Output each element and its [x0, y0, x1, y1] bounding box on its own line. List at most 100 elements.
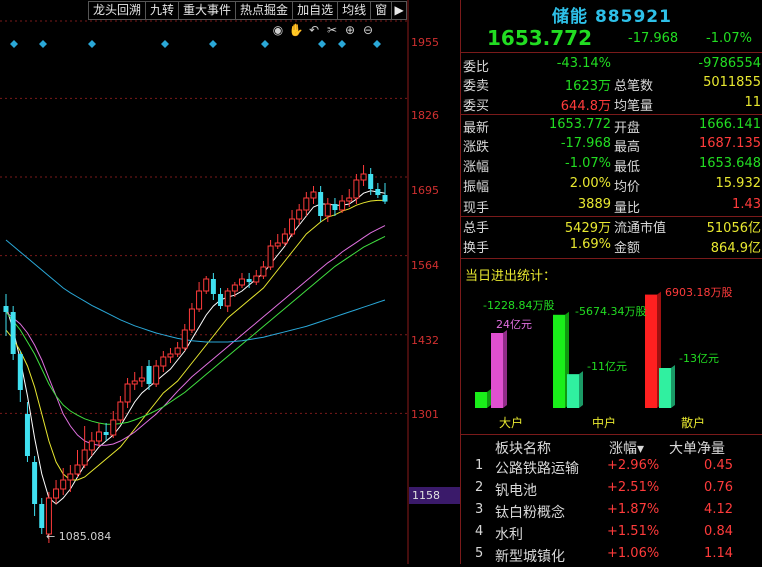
chart-toolbar: 龙头回溯 九转 重大事件 热点掘金 加自选 均线 窗 ▶ — [88, 1, 408, 20]
stock-code: 885921 — [594, 7, 672, 27]
candle-body — [131, 380, 138, 385]
col-change-pct-label: 涨幅 — [609, 441, 637, 457]
scissors-icon[interactable]: ✂ — [324, 23, 340, 37]
divider — [461, 258, 762, 259]
quote-row: 委买 644.8万 均笔量 11 — [461, 94, 762, 114]
sector-row[interactable]: 3 钛白粉概念 +1.87% 4.12 — [461, 501, 762, 523]
quote-row: 振幅 2.00% 均价 15.932 — [461, 175, 762, 195]
candle-body — [146, 366, 152, 384]
toolbar-button-major-events[interactable]: 重大事件 — [178, 1, 236, 20]
quote-value: 1.43 — [732, 197, 761, 212]
col-change-pct[interactable]: 涨幅▾ — [609, 438, 644, 458]
price-tick: 1695 — [411, 184, 439, 197]
quote-label: 委卖 — [463, 79, 490, 94]
candle-body — [60, 479, 67, 490]
candle-body — [39, 504, 45, 528]
candle-body — [32, 462, 38, 504]
flow-amount-label: -13亿元 — [679, 352, 719, 365]
arrow-right-icon[interactable]: ▶ — [391, 1, 408, 20]
col-big-net[interactable]: 大单净量 — [669, 438, 725, 458]
flow-volume-label: -5674.34万股 — [575, 305, 647, 318]
candle-body — [318, 192, 324, 216]
flow-amount-bar-side — [579, 371, 583, 408]
sort-down-icon: ▾ — [637, 441, 645, 457]
flow-volume-bar-side — [487, 389, 491, 408]
sector-table-header: 板块名称 涨幅▾ 大单净量 — [461, 437, 762, 457]
minus-icon[interactable]: ⊖ — [360, 23, 376, 37]
ma-line-ma20 — [5, 225, 386, 446]
toolbar-button-hot-topics[interactable]: 热点掘金 — [235, 1, 293, 20]
quote-label: 量比 — [614, 201, 641, 216]
candle-body — [167, 353, 174, 358]
event-marker — [39, 40, 47, 48]
sector-row[interactable]: 1 公路铁路运输 +2.96% 0.45 — [461, 457, 762, 479]
flow-category-label: 大户 — [499, 416, 524, 430]
col-sector-name[interactable]: 板块名称 — [495, 438, 551, 458]
ma-line-ma5 — [5, 190, 386, 505]
quote-value: 1666.141 — [698, 117, 761, 132]
sector-index: 2 — [475, 480, 484, 495]
candle-body — [10, 312, 16, 354]
candle-body — [117, 401, 124, 421]
quote-value: 51056亿 — [706, 221, 761, 236]
quote-label: 总手 — [463, 221, 490, 236]
candle-body — [368, 174, 374, 189]
undo-icon[interactable]: ↶ — [306, 23, 322, 37]
sector-change-pct: +1.06% — [607, 546, 660, 561]
candle-body — [88, 440, 95, 451]
quote-label: 流通市值 — [614, 221, 667, 236]
stock-title[interactable]: 储能 885921 — [461, 2, 762, 27]
hand-icon[interactable]: ✋ — [288, 23, 304, 37]
flow-category-label: 中户 — [592, 416, 617, 430]
quote-row: 涨幅 -1.07% 最低 1653.648 — [461, 155, 762, 175]
sector-big-net: 0.84 — [704, 524, 733, 539]
sector-index: 3 — [475, 502, 484, 517]
price-change: -17.968 — [628, 31, 679, 46]
quote-value: 1687.135 — [698, 136, 761, 151]
flow-amount-bar — [567, 374, 579, 408]
candle-body — [67, 473, 74, 481]
sector-big-net: 1.14 — [704, 546, 733, 561]
divider — [461, 114, 762, 115]
sector-row[interactable]: 4 水利 +1.51% 0.84 — [461, 523, 762, 545]
candle-body — [138, 377, 145, 382]
candle-body — [289, 218, 296, 235]
ma-line-ma30 — [5, 235, 386, 425]
candle-body — [332, 204, 338, 210]
flow-volume-label: -1228.84万股 — [483, 299, 555, 312]
toolbar-button-nine-turn[interactable]: 九转 — [145, 1, 179, 20]
toolbar-button-moving-average[interactable]: 均线 — [337, 1, 371, 20]
candle-body — [324, 203, 331, 217]
candle-body — [310, 191, 317, 199]
quote-row: 涨跌 -17.968 最高 1687.135 — [461, 135, 762, 155]
kline-chart[interactable] — [0, 0, 460, 564]
candle-body — [103, 432, 109, 435]
quote-row: 委比 -43.14% -9786554 — [461, 55, 762, 75]
candle-body — [382, 195, 388, 202]
sector-name: 水利 — [495, 527, 523, 543]
toolbar-button-window[interactable]: 窗 — [370, 1, 392, 20]
quote-label: 涨跌 — [463, 140, 490, 155]
toolbar-button-add-watchlist[interactable]: 加自选 — [292, 1, 338, 20]
quote-value: 3889 — [577, 197, 611, 212]
sector-index: 1 — [475, 458, 484, 473]
quote-label: 最高 — [614, 140, 641, 155]
chart-tool-icons: ◉ ✋ ↶ ✂ ⊕ ⊖ — [270, 23, 376, 37]
divider — [461, 434, 762, 435]
candle-body — [238, 278, 245, 286]
kline-chart-pane[interactable]: 龙头回溯 九转 重大事件 热点掘金 加自选 均线 窗 ▶ ◉ ✋ ↶ ✂ ⊕ ⊖… — [0, 0, 460, 564]
candle-body — [224, 290, 231, 307]
quote-value: 1623万 — [564, 79, 611, 94]
eye-icon[interactable]: ◉ — [270, 23, 286, 37]
candle-body — [196, 290, 203, 310]
toolbar-button-leader-review[interactable]: 龙头回溯 — [88, 1, 146, 20]
quote-row: 委卖 1623万 总笔数 5011855 — [461, 74, 762, 94]
candle-body — [81, 449, 88, 466]
flow-amount-label: 24亿元 — [496, 318, 532, 331]
plus-icon[interactable]: ⊕ — [342, 23, 358, 37]
sector-row[interactable]: 2 钒电池 +2.51% 0.76 — [461, 479, 762, 501]
event-marker — [373, 40, 381, 48]
quote-label: 最新 — [463, 121, 490, 136]
sector-change-pct: +2.51% — [607, 480, 660, 495]
quote-row: 最新 1653.772 开盘 1666.141 — [461, 116, 762, 136]
